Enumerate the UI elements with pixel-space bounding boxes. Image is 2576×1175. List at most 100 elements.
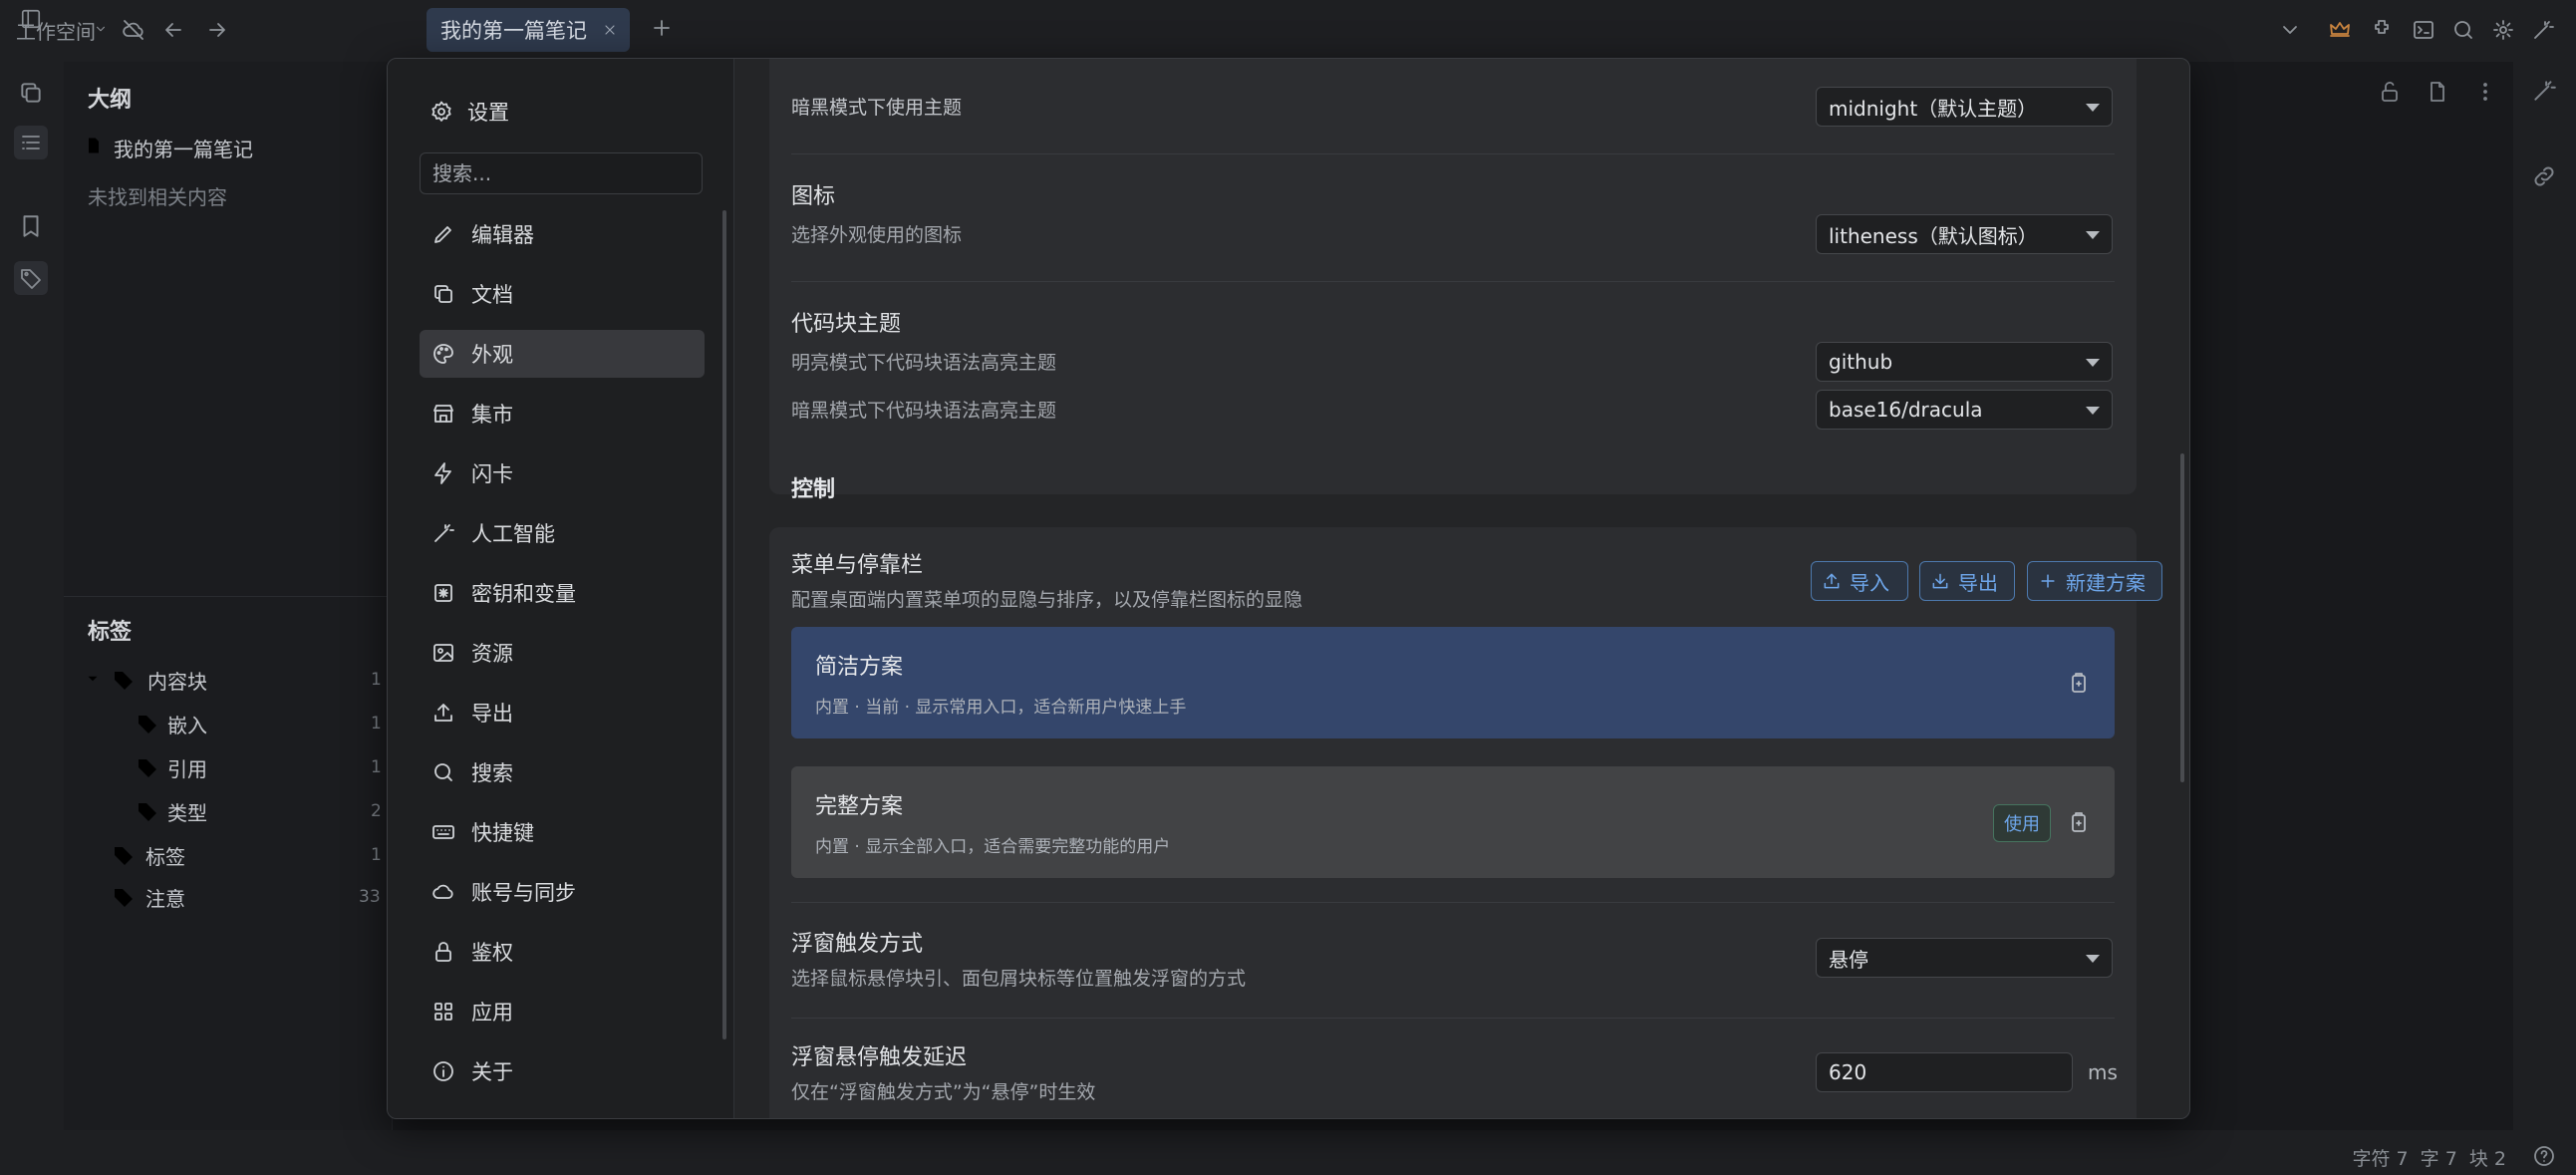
tag-item[interactable]: 引用 [167, 753, 207, 782]
caret-down-icon [2086, 955, 2100, 963]
nav-item-label: 应用 [471, 1001, 513, 1025]
float-delay-input[interactable] [1816, 1052, 2073, 1092]
nav-item-label: 密钥和变量 [471, 582, 576, 606]
plugin-icon[interactable] [2370, 18, 2394, 42]
nav-scrollbar[interactable] [722, 210, 726, 1039]
outline-doc-title[interactable]: 我的第一篇笔记 [114, 134, 253, 162]
tag-item[interactable]: 标签 [145, 841, 185, 870]
tab-note[interactable]: 我的第一篇笔记 [427, 8, 630, 52]
nav-item-about[interactable]: 关于 [420, 1047, 705, 1095]
nav-item-editor[interactable]: 编辑器 [420, 210, 705, 258]
plan-card-full[interactable]: 完整方案 内置 · 显示全部入口，适合需要完整功能的用户 使用 [791, 766, 2115, 878]
menu-dock-desc: 配置桌面端内置菜单项的显隐与排序，以及停靠栏图标的显隐 [791, 589, 1303, 611]
cloud-icon [431, 880, 455, 904]
nav-item-label: 外观 [471, 343, 513, 367]
clipboard-icon[interactable] [2067, 810, 2091, 834]
nav-item-label: 闪卡 [471, 462, 513, 486]
close-icon[interactable] [602, 22, 618, 38]
search-icon[interactable] [2451, 18, 2475, 42]
search-icon [431, 760, 455, 784]
nav-item-search[interactable]: 搜索 [420, 748, 705, 796]
back-arrow-icon[interactable] [161, 18, 185, 42]
plan-title: 完整方案 [815, 794, 904, 819]
new-plan-button[interactable]: 新建方案 [2027, 561, 2162, 601]
more-vertical-icon[interactable] [2473, 80, 2497, 104]
tag-item[interactable]: 注意 [145, 883, 185, 912]
cloud-off-icon[interactable] [122, 18, 145, 42]
code-light-select[interactable]: github [1816, 342, 2113, 382]
add-tab-icon[interactable] [650, 16, 674, 40]
terminal-icon[interactable] [2412, 18, 2435, 42]
settings-sync-icon[interactable] [2491, 18, 2515, 42]
divider [791, 1018, 2115, 1019]
nav-item-label: 账号与同步 [471, 881, 576, 905]
tag-count: 1 [371, 670, 382, 690]
key-box-icon [431, 581, 455, 605]
magic-wand-icon[interactable] [2531, 78, 2557, 104]
tags-heading: 标签 [88, 620, 133, 645]
grid-icon [431, 1000, 455, 1024]
icon-select[interactable]: litheness（默认图标） [1816, 214, 2113, 254]
tag-item[interactable]: 嵌入 [167, 710, 207, 738]
chevron-down-icon[interactable] [94, 22, 108, 36]
nav-item-auth[interactable]: 鉴权 [420, 928, 705, 976]
clipboard-icon[interactable] [2067, 671, 2091, 695]
appearance-card: 暗黑模式下使用主题 midnight（默认主题） 图标 选择外观使用的图标 li… [769, 59, 2137, 494]
tag-icon [112, 885, 136, 909]
settings-nav-list: 编辑器 文档 外观 集市 闪卡 人工智能 密钥和变量 资源 导出 搜索 快捷键 … [420, 210, 705, 1107]
tag-icon[interactable] [14, 261, 48, 295]
status-bar: 字符 7 字 7 块 2 [0, 1136, 2576, 1175]
tag-item[interactable]: 内容块 [147, 666, 207, 695]
bookmark-icon[interactable] [18, 213, 44, 239]
nav-item-assets[interactable]: 资源 [420, 629, 705, 677]
export-button[interactable]: 导出 [1919, 561, 2015, 601]
select-value: midnight（默认主题） [1829, 96, 2038, 121]
forward-arrow-icon[interactable] [205, 18, 229, 42]
nav-item-secrets[interactable]: 密钥和变量 [420, 569, 705, 617]
document-icon[interactable] [2426, 80, 2449, 104]
copy-icon [431, 282, 455, 306]
tag-count: 1 [371, 714, 382, 734]
file-tree-icon[interactable] [18, 80, 44, 106]
crown-icon[interactable] [2328, 18, 2352, 42]
nav-item-keymap[interactable]: 快捷键 [420, 808, 705, 856]
lock-open-icon[interactable] [2378, 80, 2402, 104]
use-plan-button[interactable]: 使用 [1993, 804, 2051, 842]
plan-desc: 内置 · 显示全部入口，适合需要完整功能的用户 [815, 837, 1171, 857]
settings-search-input[interactable] [420, 152, 703, 194]
tag-count: 1 [371, 845, 382, 865]
tag-item[interactable]: 类型 [167, 797, 207, 826]
nav-item-apps[interactable]: 应用 [420, 988, 705, 1035]
plan-desc: 内置 · 当前 · 显示常用入口，适合新用户快速上手 [815, 698, 1187, 718]
settings-title-label: 设置 [467, 101, 509, 125]
menu-dock-title: 菜单与停靠栏 [791, 553, 924, 578]
code-dark-select[interactable]: base16/dracula [1816, 390, 2113, 430]
nav-item-export[interactable]: 导出 [420, 689, 705, 736]
magic-wand-icon[interactable] [2531, 18, 2555, 42]
content-scrollbar[interactable] [2180, 453, 2184, 782]
nav-item-ai[interactable]: 人工智能 [420, 509, 705, 557]
tag-icon [136, 755, 159, 779]
chevron-down-icon[interactable] [84, 670, 102, 688]
image-icon [431, 641, 455, 665]
dark-theme-select[interactable]: midnight（默认主题） [1816, 87, 2113, 127]
chevron-down-icon[interactable] [2278, 18, 2302, 42]
float-trigger-select[interactable]: 悬停 [1816, 938, 2113, 978]
nav-item-account[interactable]: 账号与同步 [420, 868, 705, 916]
plus-icon [2038, 571, 2058, 591]
nav-item-label: 资源 [471, 642, 513, 666]
nav-item-bazaar[interactable]: 集市 [420, 390, 705, 438]
nav-item-appearance[interactable]: 外观 [420, 330, 705, 378]
import-button[interactable]: 导入 [1811, 561, 1908, 601]
outline-empty-text: 未找到相关内容 [88, 185, 227, 209]
control-section-title: 控制 [791, 477, 836, 502]
dock-toggle-icon[interactable] [20, 8, 42, 30]
divider [791, 281, 2115, 282]
nav-item-flashcard[interactable]: 闪卡 [420, 449, 705, 497]
nav-item-docs[interactable]: 文档 [420, 270, 705, 318]
plan-card-simple[interactable]: 简洁方案 内置 · 当前 · 显示常用入口，适合新用户快速上手 [791, 627, 2115, 738]
tag-icon [136, 799, 159, 823]
outline-icon[interactable] [14, 126, 48, 159]
help-icon[interactable] [2532, 1144, 2556, 1168]
link-icon[interactable] [2531, 163, 2557, 189]
